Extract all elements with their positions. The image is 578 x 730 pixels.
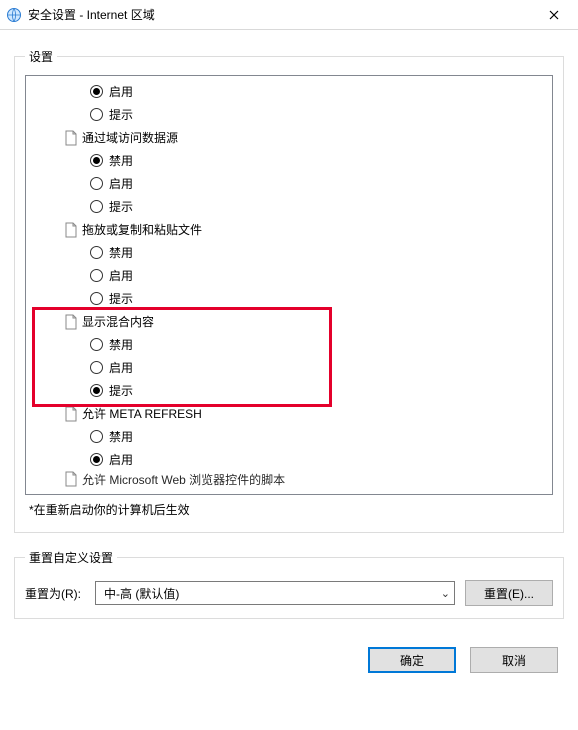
option-label: 禁用 (109, 336, 133, 353)
radio-option[interactable]: 提示 (26, 195, 552, 218)
category-row: 通过域访问数据源 (26, 126, 552, 149)
option-label: 提示 (109, 290, 133, 307)
radio-icon (90, 200, 103, 213)
internet-options-icon (6, 7, 22, 23)
radio-option[interactable]: 提示 (26, 103, 552, 126)
radio-icon (90, 338, 103, 351)
restart-footnote: *在重新启动你的计算机后生效 (29, 501, 553, 518)
settings-legend: 设置 (25, 48, 57, 65)
option-label: 提示 (109, 382, 133, 399)
settings-tree: 启用提示通过域访问数据源禁用启用提示拖放或复制和粘贴文件禁用启用提示显示混合内容… (25, 75, 553, 495)
radio-option[interactable]: 启用 (26, 448, 552, 471)
radio-option[interactable]: 提示 (26, 379, 552, 402)
radio-option[interactable]: 启用 (26, 356, 552, 379)
radio-icon (90, 292, 103, 305)
option-label: 禁用 (109, 152, 133, 169)
radio-icon (90, 108, 103, 121)
category-label: 拖放或复制和粘贴文件 (82, 221, 202, 238)
category-row: 拖放或复制和粘贴文件 (26, 218, 552, 241)
radio-icon (90, 269, 103, 282)
settings-scroll[interactable]: 启用提示通过域访问数据源禁用启用提示拖放或复制和粘贴文件禁用启用提示显示混合内容… (26, 76, 552, 494)
radio-option[interactable]: 禁用 (26, 425, 552, 448)
radio-icon (90, 246, 103, 259)
chevron-down-icon: ⌄ (441, 587, 450, 600)
radio-option[interactable]: 启用 (26, 80, 552, 103)
page-icon (64, 314, 78, 330)
option-label: 提示 (109, 106, 133, 123)
category-label: 允许 Microsoft Web 浏览器控件的脚本 (82, 471, 285, 487)
reset-legend: 重置自定义设置 (25, 549, 117, 566)
page-icon (64, 222, 78, 238)
reset-combo-value: 中-高 (默认值) (104, 585, 179, 602)
reset-level-combo[interactable]: 中-高 (默认值) ⌄ (95, 581, 455, 605)
option-label: 启用 (109, 451, 133, 468)
reset-row: 重置为(R): 中-高 (默认值) ⌄ 重置(E)... (25, 580, 553, 606)
dialog-body: 设置 启用提示通过域访问数据源禁用启用提示拖放或复制和粘贴文件禁用启用提示显示混… (0, 30, 578, 730)
category-row: 允许 Microsoft Web 浏览器控件的脚本 (26, 471, 552, 487)
radio-icon (90, 430, 103, 443)
radio-icon (90, 384, 103, 397)
option-label: 禁用 (109, 244, 133, 261)
page-icon (64, 130, 78, 146)
option-label: 启用 (109, 175, 133, 192)
radio-option[interactable]: 禁用 (26, 149, 552, 172)
radio-icon (90, 177, 103, 190)
reset-label: 重置为(R): (25, 585, 85, 602)
page-icon (64, 406, 78, 422)
cancel-button[interactable]: 取消 (470, 647, 558, 673)
settings-group: 设置 启用提示通过域访问数据源禁用启用提示拖放或复制和粘贴文件禁用启用提示显示混… (14, 48, 564, 533)
option-label: 启用 (109, 267, 133, 284)
close-button[interactable] (534, 1, 574, 29)
radio-icon (90, 85, 103, 98)
category-row: 允许 META REFRESH (26, 402, 552, 425)
radio-option[interactable]: 禁用 (26, 241, 552, 264)
radio-icon (90, 361, 103, 374)
dialog-footer: 确定 取消 (14, 647, 564, 673)
option-label: 启用 (109, 83, 133, 100)
reset-group: 重置自定义设置 重置为(R): 中-高 (默认值) ⌄ 重置(E)... (14, 549, 564, 619)
option-label: 启用 (109, 359, 133, 376)
reset-button[interactable]: 重置(E)... (465, 580, 553, 606)
radio-icon (90, 154, 103, 167)
category-label: 允许 META REFRESH (82, 405, 202, 422)
titlebar: 安全设置 - Internet 区域 (0, 0, 578, 30)
window-title: 安全设置 - Internet 区域 (28, 6, 534, 23)
option-label: 提示 (109, 198, 133, 215)
category-label: 显示混合内容 (82, 313, 154, 330)
category-label: 通过域访问数据源 (82, 129, 178, 146)
radio-option[interactable]: 禁用 (26, 333, 552, 356)
radio-option[interactable]: 启用 (26, 264, 552, 287)
option-label: 禁用 (109, 428, 133, 445)
category-row: 显示混合内容 (26, 310, 552, 333)
page-icon (64, 471, 78, 487)
ok-button[interactable]: 确定 (368, 647, 456, 673)
radio-option[interactable]: 启用 (26, 172, 552, 195)
radio-icon (90, 453, 103, 466)
radio-option[interactable]: 提示 (26, 287, 552, 310)
